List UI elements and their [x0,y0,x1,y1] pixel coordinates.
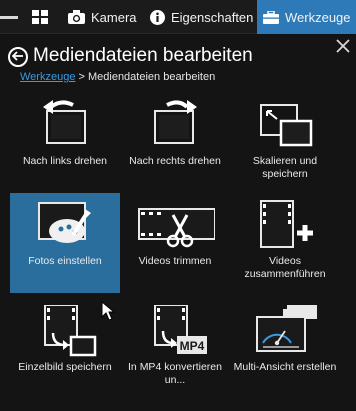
tool-merge-videos-label: Videos zusammenführen [244,255,326,280]
multi-view-icon [256,305,317,352]
tool-trim-videos-label: Videos trimmen [138,255,212,267]
tool-save-frame-label: Einzelbild speichern [18,361,112,373]
tool-rotate-right-label: Nach rechts drehen [129,155,221,167]
tool-scale[interactable]: Skalieren und speichern [230,93,340,193]
info-icon [150,9,165,25]
breadcrumb-separator: > [75,71,88,83]
panel-title: Mediendateien bearbeiten [33,45,253,66]
save-frame-icon [44,305,97,357]
mouse-cursor-icon [101,300,116,326]
kamera-label: Kamera [91,9,137,25]
tool-trim-videos[interactable]: Videos trimmen [120,193,230,293]
kamera-tab[interactable]: Kamera [68,0,137,34]
tool-convert-mp4[interactable]: MP4 In MP4 konvertieren un... [120,299,230,399]
tool-multi-view-label: Multi-Ansicht erstellen [233,361,337,373]
tool-rotate-right[interactable]: Nach rechts drehen [120,93,230,193]
tool-convert-mp4-label: In MP4 konvertieren un... [128,361,222,386]
close-icon [336,39,350,57]
breadcrumb: Werkzeuge > Mediendateien bearbeiten [20,71,215,83]
tool-rotate-left[interactable]: Nach links drehen [10,93,120,193]
rotate-left-icon [43,100,86,144]
eigenschaften-label: Eigenschaften [171,9,254,25]
tool-multi-view[interactable]: Multi-Ansicht erstellen [230,299,340,399]
tool-merge-videos[interactable]: Videos zusammenführen [230,193,340,293]
scale-icon [260,104,313,147]
camera-icon [68,10,85,24]
close-button[interactable] [336,39,350,53]
werkzeuge-tab[interactable]: Werkzeuge [257,0,356,34]
scissors-film-icon [138,208,215,248]
breadcrumb-link-werkzeuge[interactable]: Werkzeuge [20,71,75,83]
tool-adjust-photos-label: Fotos einstellen [28,255,102,267]
toolbar-divider [0,16,18,19]
mp4-badge: MP4 [180,339,205,353]
convert-mp4-icon: MP4 [154,305,207,354]
eigenschaften-tab[interactable]: Eigenschaften [150,0,253,34]
tool-scale-label: Skalieren und speichern [252,155,318,180]
tool-rotate-left-label: Nach links drehen [22,155,108,167]
merge-video-icon [260,200,313,248]
palette-icon [38,202,91,243]
back-arrow-icon [11,48,24,66]
rotate-right-icon [154,100,197,144]
grid-icon [32,10,48,24]
edit-media-panel: Mediendateien bearbeiten Werkzeuge > Med… [0,35,356,411]
tool-adjust-photos[interactable]: Fotos einstellen [10,193,120,293]
top-toolbar: Kamera Eigenschaften Werkzeuge [0,0,356,34]
grid-view-button[interactable] [32,0,54,34]
breadcrumb-current: Mediendateien bearbeiten [87,71,216,83]
werkzeuge-label: Werkzeuge [285,9,351,25]
back-button[interactable] [8,47,28,67]
toolbox-icon [263,10,279,24]
